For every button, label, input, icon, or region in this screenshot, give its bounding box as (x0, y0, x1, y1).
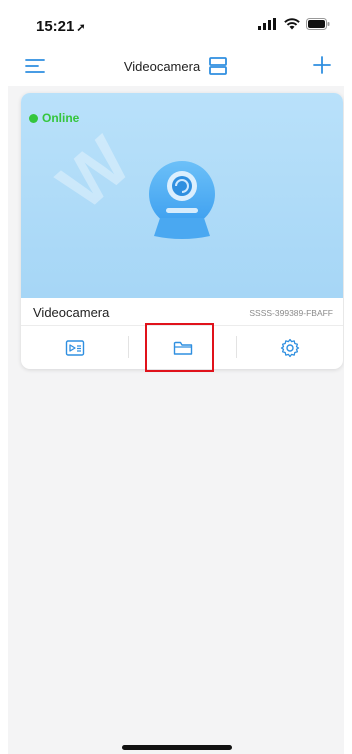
location-arrow-icon: ➚ (76, 22, 86, 34)
nav-bar: Videocamera (8, 48, 344, 86)
watermark-image: W (43, 121, 145, 225)
gear-icon (280, 338, 300, 357)
status-time: 15:21 ➚ (36, 18, 86, 35)
device-name: Videocamera (33, 305, 110, 320)
status-time-text: 15:21 (36, 18, 75, 35)
online-dot-icon (29, 113, 38, 123)
home-indicator[interactable] (122, 745, 232, 750)
page-title: Videocamera (123, 58, 201, 74)
plus-icon[interactable] (310, 53, 334, 77)
online-status: Online (29, 111, 79, 125)
online-status-label: Online (42, 111, 80, 125)
signal-icon (258, 18, 276, 30)
device-id: SSSS-399389-FBAFF (249, 308, 333, 318)
status-bar: 15:21 ➚ (8, 0, 344, 48)
status-icons (258, 18, 330, 30)
playback-button[interactable] (21, 326, 128, 369)
app-screen: 15:21 ➚ Videocamera Online W Videocamera… (8, 0, 344, 754)
camera-illustration-icon (149, 161, 215, 239)
camera-preview[interactable]: Online W (21, 93, 343, 298)
nav-title-group: Videocamera (8, 56, 344, 76)
highlight-box (145, 323, 214, 372)
wifi-icon (284, 18, 300, 30)
split-view-icon[interactable] (208, 56, 228, 76)
battery-icon (306, 18, 330, 30)
video-playback-icon (65, 339, 84, 356)
settings-button[interactable] (237, 326, 343, 369)
